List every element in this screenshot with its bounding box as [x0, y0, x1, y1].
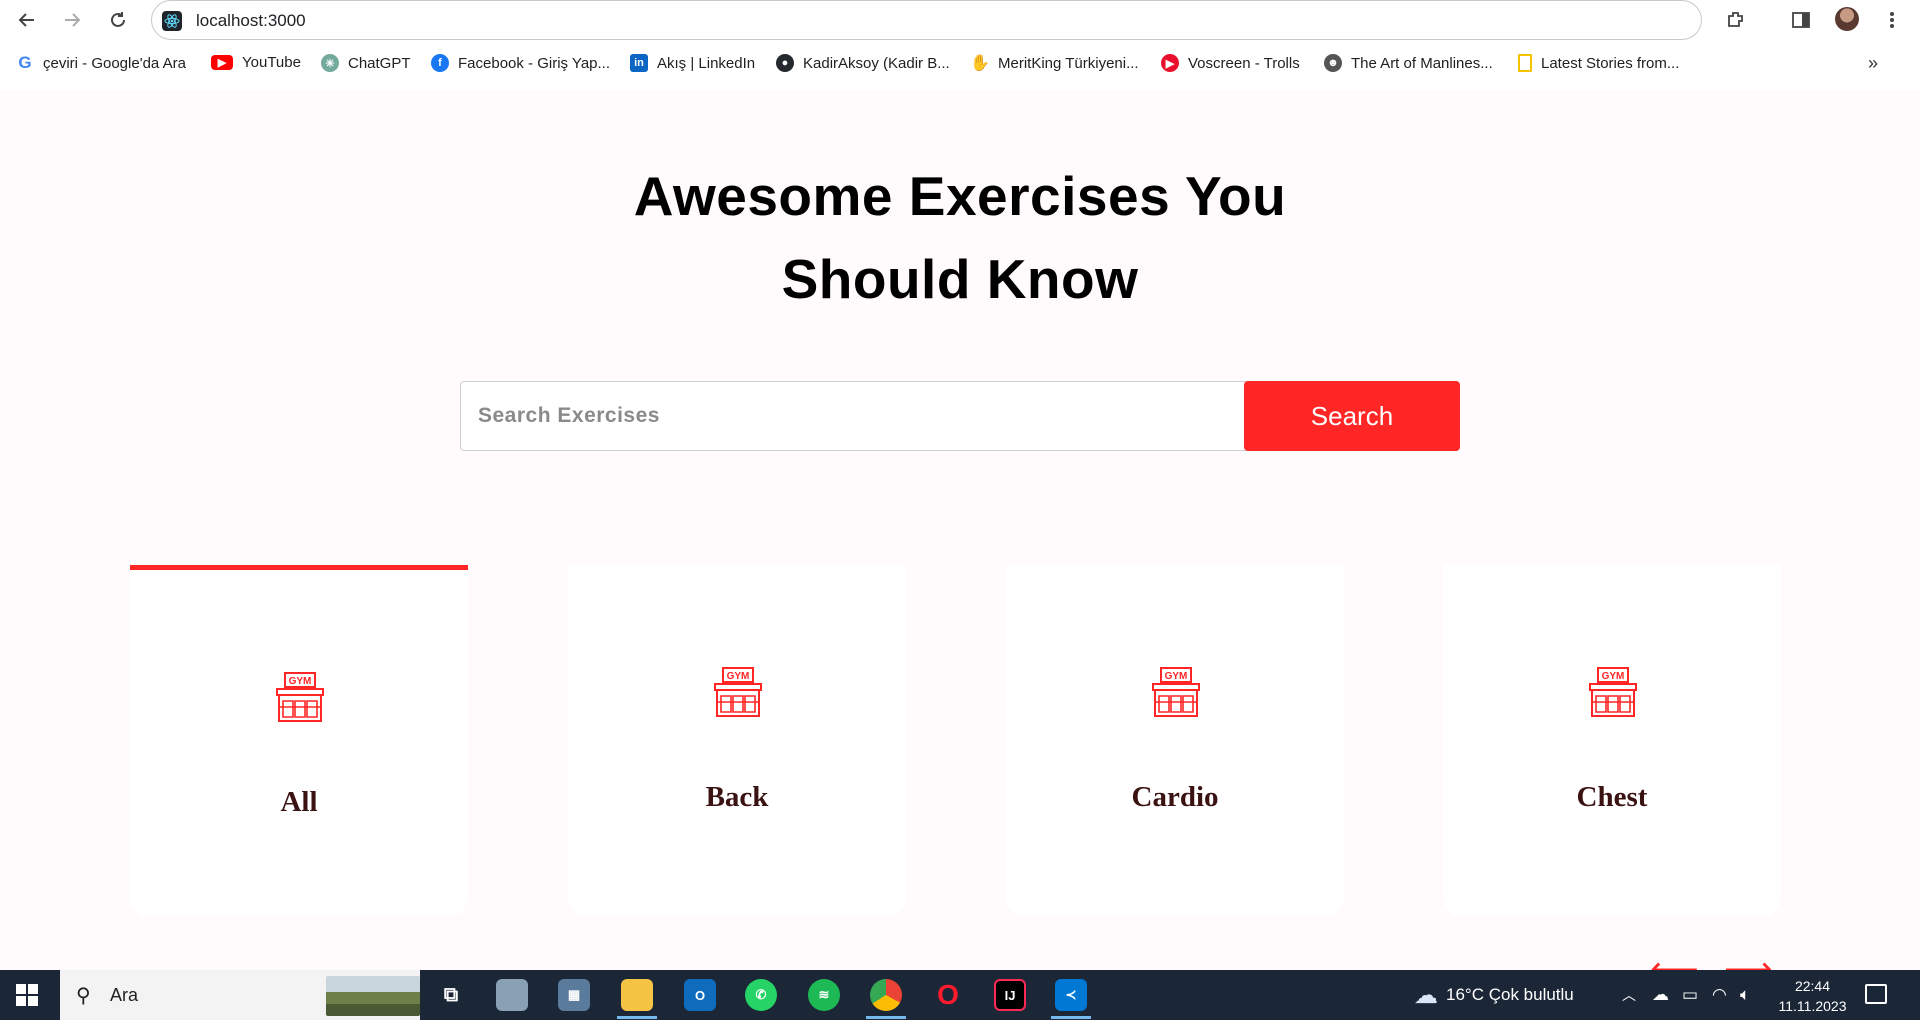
- category-label: Back: [705, 781, 769, 813]
- intellij-icon[interactable]: IJ: [994, 979, 1026, 1011]
- gym-icon: GYM: [714, 667, 762, 717]
- onedrive-icon[interactable]: ☁: [1652, 970, 1669, 1020]
- bookmark-label: The Art of Manlines...: [1351, 54, 1493, 72]
- outlook-icon[interactable]: O: [684, 979, 716, 1011]
- bookmark-linkedin[interactable]: in Akış | LinkedIn: [630, 54, 755, 72]
- file-explorer-icon[interactable]: [621, 979, 653, 1011]
- whatsapp-icon[interactable]: ✆: [745, 979, 777, 1011]
- active-app-indicator: [866, 1016, 906, 1019]
- category-card-chest[interactable]: GYM Chest: [1443, 565, 1781, 917]
- side-panel-icon[interactable]: [1787, 6, 1815, 34]
- bookmarks-bar: G çeviri - Google'da Ara ▶ YouTube ✳ Cha…: [0, 40, 1920, 90]
- calculator-icon[interactable]: ▦: [558, 979, 590, 1011]
- svg-text:GYM: GYM: [289, 676, 312, 687]
- category-label: Chest: [1576, 781, 1648, 813]
- google-icon: G: [18, 53, 32, 72]
- bookmark-chatgpt[interactable]: ✳ ChatGPT: [321, 54, 411, 72]
- extensions-icon[interactable]: [1722, 6, 1750, 34]
- volume-icon[interactable]: 🔈︎: [1740, 970, 1750, 1020]
- linkedin-icon: in: [630, 54, 648, 72]
- bookmark-label: çeviri - Google'da Ara: [43, 54, 186, 72]
- notifications-icon[interactable]: [1865, 984, 1887, 1004]
- back-icon[interactable]: [13, 6, 41, 34]
- bookmark-google[interactable]: G çeviri - Google'da Ara: [16, 53, 186, 72]
- voscreen-icon: ▶: [1161, 54, 1179, 72]
- github-icon: ●: [776, 54, 794, 72]
- profile-avatar[interactable]: [1835, 7, 1859, 31]
- forward-icon[interactable]: [58, 6, 86, 34]
- chevron-double-right-icon[interactable]: »: [1868, 53, 1878, 74]
- page-title: Awesome Exercises You Should Know: [0, 155, 1920, 321]
- manliness-icon: ☻: [1324, 54, 1342, 72]
- svg-text:GYM: GYM: [1602, 671, 1625, 682]
- bookmark-label: YouTube: [242, 54, 301, 71]
- clock-date: 11.11.2023: [1778, 998, 1847, 1014]
- category-label: All: [280, 786, 318, 818]
- weather-text: 16°C Çok bulutlu: [1446, 985, 1574, 1004]
- bookmark-label: ChatGPT: [348, 54, 411, 72]
- browser-toolbar: localhost:3000: [0, 0, 1920, 40]
- gym-icon: GYM: [1589, 667, 1637, 717]
- youtube-icon: ▶: [211, 55, 233, 70]
- category-card-back[interactable]: GYM Back: [568, 565, 906, 917]
- bookmark-label: Latest Stories from...: [1541, 54, 1680, 72]
- react-icon: [162, 11, 182, 31]
- facebook-icon: f: [431, 54, 449, 72]
- opera-icon[interactable]: O: [932, 979, 964, 1011]
- bookmark-label: Akış | LinkedIn: [657, 54, 756, 72]
- weather-widget[interactable]: ☁ 16°C Çok bulutlu: [1414, 970, 1574, 1020]
- taskbar-search-text: Ara: [110, 985, 139, 1005]
- menu-icon[interactable]: [1878, 6, 1906, 34]
- scanner-icon[interactable]: [496, 979, 528, 1011]
- cloud-icon: ☁: [1414, 981, 1438, 1009]
- meritking-icon: ✋: [970, 55, 990, 72]
- bookmark-youtube[interactable]: ▶ YouTube: [211, 54, 301, 71]
- wifi-icon[interactable]: ◠: [1712, 970, 1727, 1020]
- category-carousel: GYM All GYM Back GYM Cardio GYM Chest: [0, 565, 1920, 917]
- chevron-up-icon[interactable]: ︿: [1622, 970, 1636, 1020]
- active-app-indicator: [617, 1016, 657, 1019]
- windows-start-icon[interactable]: [16, 984, 38, 1006]
- chrome-icon[interactable]: [870, 979, 902, 1011]
- reload-icon[interactable]: [104, 6, 132, 34]
- bookmark-label: Voscreen - Trolls: [1188, 54, 1300, 72]
- address-bar[interactable]: localhost:3000: [151, 0, 1702, 40]
- search-button[interactable]: Search: [1244, 381, 1460, 451]
- chatgpt-icon: ✳: [321, 54, 339, 72]
- vscode-icon[interactable]: ≺: [1055, 979, 1087, 1011]
- search-input[interactable]: [460, 381, 1246, 451]
- bookmark-voscreen[interactable]: ▶ Voscreen - Trolls: [1161, 54, 1300, 72]
- url-text: localhost:3000: [196, 11, 306, 30]
- title-line-1: Awesome Exercises You: [633, 165, 1287, 227]
- category-label: Cardio: [1131, 781, 1219, 813]
- search-highlight-image: [326, 976, 420, 1016]
- bookmark-label: MeritKing Türkiyeni...: [998, 54, 1139, 72]
- category-card-all[interactable]: GYM All: [130, 565, 468, 917]
- clock[interactable]: 22:44 11.11.2023: [1765, 976, 1860, 1016]
- bookmark-label: Facebook - Giriş Yap...: [458, 54, 611, 72]
- bookmark-meritking[interactable]: ✋ MeritKing Türkiyeni...: [970, 54, 1139, 73]
- search-bar: Search: [460, 381, 1460, 451]
- clock-time: 22:44: [1794, 978, 1831, 994]
- category-card-cardio[interactable]: GYM Cardio: [1006, 565, 1344, 917]
- svg-text:GYM: GYM: [727, 671, 750, 682]
- title-line-2: Should Know: [781, 248, 1139, 310]
- bookmark-manliness[interactable]: ☻ The Art of Manlines...: [1324, 54, 1493, 72]
- taskbar-search[interactable]: ⚲ Ara: [60, 970, 420, 1020]
- spotify-icon[interactable]: ≋: [808, 979, 840, 1011]
- bookmark-github[interactable]: ● KadirAksoy (Kadir B...: [776, 54, 950, 72]
- battery-icon[interactable]: ▭: [1682, 970, 1698, 1020]
- gym-icon: GYM: [276, 672, 324, 722]
- gym-icon: GYM: [1152, 667, 1200, 717]
- stories-icon: [1518, 54, 1532, 72]
- search-icon: ⚲: [76, 985, 91, 1007]
- bookmark-stories[interactable]: Latest Stories from...: [1518, 54, 1679, 72]
- bookmark-label: KadirAksoy (Kadir B...: [803, 54, 950, 72]
- task-view-icon[interactable]: ⧉: [435, 979, 467, 1011]
- svg-text:GYM: GYM: [1165, 671, 1188, 682]
- taskbar: ⚲ Ara ⧉ ▦ O ✆ ≋ O IJ ≺ ☁ 16°C Çok bulutl…: [0, 970, 1920, 1020]
- bookmark-facebook[interactable]: f Facebook - Giriş Yap...: [431, 54, 610, 72]
- active-app-indicator: [1051, 1016, 1091, 1019]
